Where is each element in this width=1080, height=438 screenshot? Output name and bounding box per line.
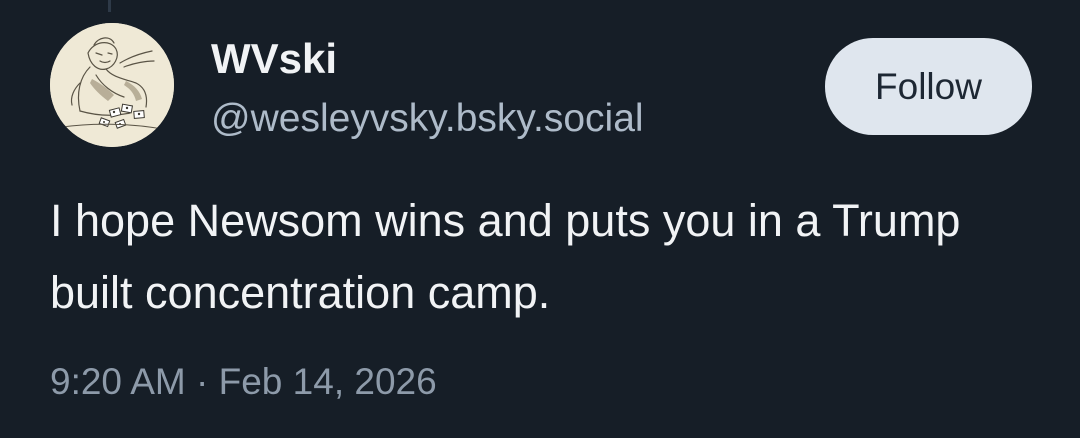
author-handle[interactable]: @wesleyvsky.bsky.social <box>211 94 644 144</box>
follow-button[interactable]: Follow <box>825 38 1032 135</box>
avatar[interactable] <box>50 23 174 147</box>
thread-connector-line <box>108 0 111 12</box>
post-timestamp[interactable]: 9:20 AM · Feb 14, 2026 <box>50 356 437 408</box>
post-text: I hope Newsom wins and puts you in a Tru… <box>50 195 961 318</box>
sketch-avatar-icon <box>50 23 174 147</box>
author-display-name[interactable]: WVski <box>211 33 337 85</box>
